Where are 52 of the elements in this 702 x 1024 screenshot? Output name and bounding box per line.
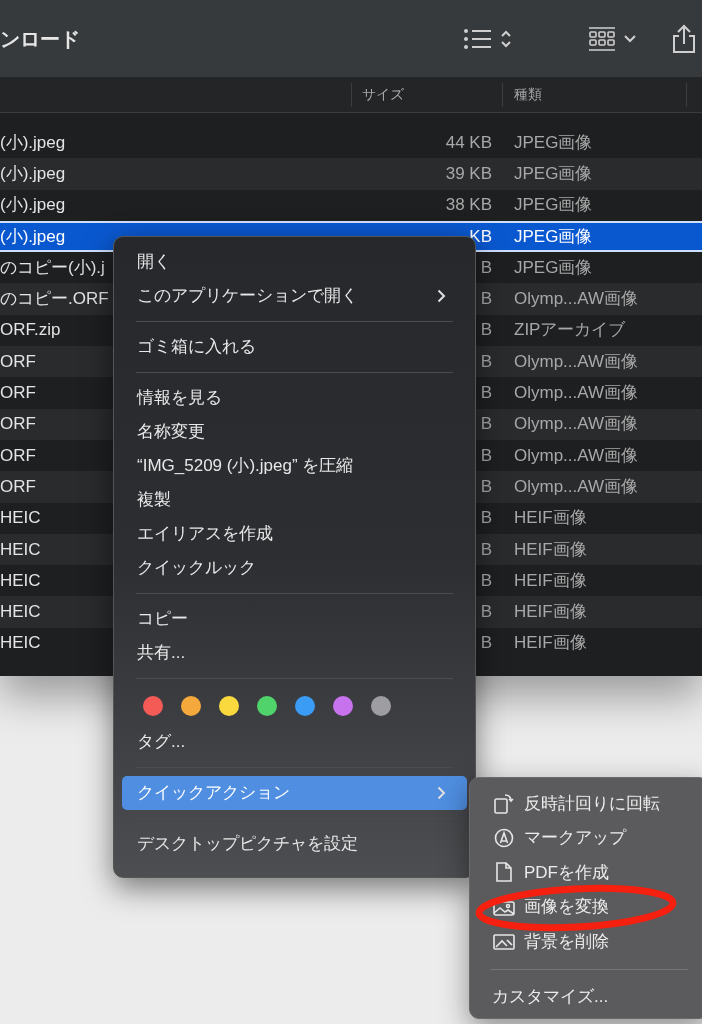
file-kind: HEIF画像 (514, 632, 587, 655)
file-size: 38 KB (445, 194, 492, 217)
file-name: HEIC (0, 538, 41, 561)
file-size: KB (469, 225, 492, 248)
file-name: HEIC (0, 601, 41, 624)
file-kind: JPEG画像 (514, 225, 593, 248)
file-size: B (480, 538, 492, 561)
file-name: HEIC (0, 632, 41, 655)
file-size: 44 KB (445, 131, 492, 154)
file-size: B (480, 257, 492, 280)
file-kind: JPEG画像 (514, 131, 593, 154)
file-size: B (480, 570, 492, 593)
file-name: HEIC (0, 507, 41, 530)
file-size: B (480, 413, 492, 436)
file-kind: ZIPアーカイブ (514, 319, 626, 342)
file-kind: Olymp...AW画像 (514, 444, 639, 467)
file-kind: HEIF画像 (514, 538, 587, 561)
file-name: (小).jpeg (0, 194, 66, 217)
file-kind: Olymp...AW画像 (514, 288, 639, 311)
file-size: B (480, 507, 492, 530)
window-title: ンロード (0, 26, 80, 52)
file-kind: HEIF画像 (514, 507, 587, 530)
file-name: のコピー(小).j (0, 257, 105, 280)
file-name: (小).jpeg (0, 131, 66, 154)
file-kind: Olymp...AW画像 (514, 476, 639, 499)
file-size: 39 KB (445, 163, 492, 186)
file-name: ORF (0, 382, 36, 405)
file-name: のコピー.ORF (0, 288, 109, 311)
file-kind: JPEG画像 (514, 194, 593, 217)
file-size: B (480, 288, 492, 311)
file-size: B (480, 382, 492, 405)
file-kind: JPEG画像 (514, 163, 593, 186)
file-name: ORF (0, 444, 36, 467)
file-kind: Olymp...AW画像 (514, 413, 639, 436)
file-kind: Olymp...AW画像 (514, 350, 639, 373)
file-size: B (480, 632, 492, 655)
file-name: (小).jpeg (0, 225, 66, 248)
file-kind: HEIF画像 (514, 601, 587, 624)
file-kind: Olymp...AW画像 (514, 382, 639, 405)
file-name: ORF (0, 413, 36, 436)
file-size: B (480, 350, 492, 373)
file-size: B (480, 601, 492, 624)
file-size: B (480, 476, 492, 499)
file-name: ORF (0, 350, 36, 373)
file-kind: JPEG画像 (514, 257, 593, 280)
file-name: ORF.zip (0, 319, 61, 342)
file-size: B (480, 444, 492, 467)
file-name: (小).jpeg (0, 163, 66, 186)
file-name: HEIC (0, 570, 41, 593)
file-name: ORF (0, 476, 36, 499)
file-size: B (480, 319, 492, 342)
file-kind: HEIF画像 (514, 570, 587, 593)
